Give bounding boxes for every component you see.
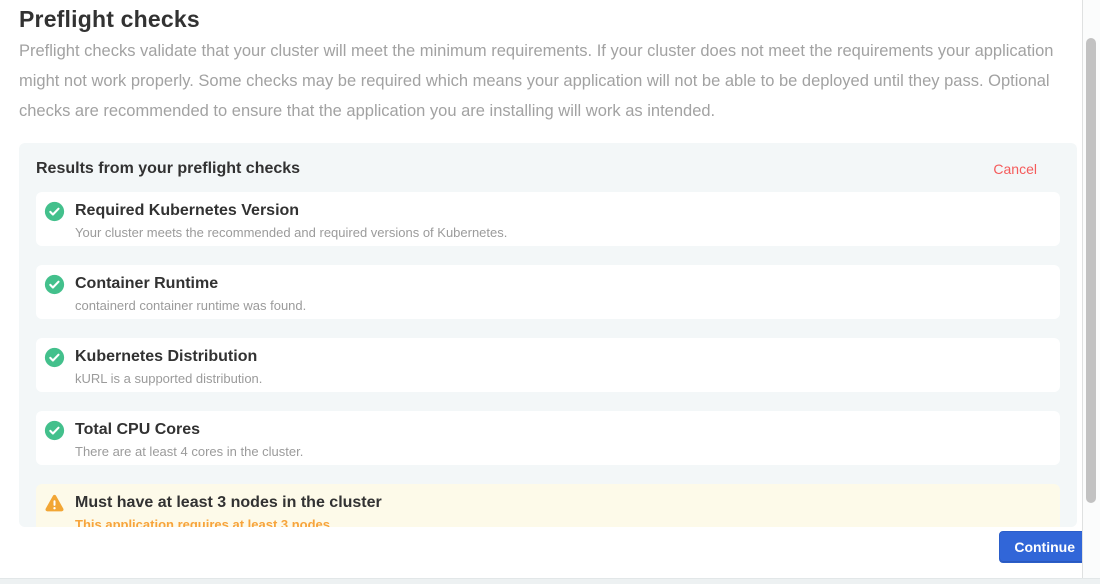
check-circle-icon <box>44 274 65 295</box>
check-circle-icon <box>44 347 65 368</box>
page-description: Preflight checks validate that your clus… <box>19 36 1059 126</box>
check-result-card: Must have at least 3 nodes in the cluste… <box>36 484 1060 527</box>
check-body: Must have at least 3 nodes in the cluste… <box>75 493 382 527</box>
warning-triangle-icon <box>44 493 65 514</box>
check-result-card: Required Kubernetes Version Your cluster… <box>36 192 1060 246</box>
check-message: There are at least 4 cores in the cluste… <box>75 444 303 459</box>
check-result-card: Kubernetes Distribution kURL is a suppor… <box>36 338 1060 392</box>
check-title: Container Runtime <box>75 274 306 293</box>
check-title: Total CPU Cores <box>75 420 303 439</box>
page-scrollbar-thumb[interactable] <box>1086 38 1096 503</box>
check-circle-icon <box>44 420 65 441</box>
cancel-link[interactable]: Cancel <box>993 161 1037 177</box>
check-result-card: Total CPU Cores There are at least 4 cor… <box>36 411 1060 465</box>
panel-title: Results from your preflight checks <box>36 160 300 178</box>
check-body: Container Runtime containerd container r… <box>75 274 306 313</box>
check-result-card: Container Runtime containerd container r… <box>36 265 1060 319</box>
check-message: containerd container runtime was found. <box>75 298 306 313</box>
check-title: Must have at least 3 nodes in the cluste… <box>75 493 382 512</box>
check-body: Kubernetes Distribution kURL is a suppor… <box>75 347 262 386</box>
bottom-divider-strip <box>0 578 1100 584</box>
panel-header: Results from your preflight checks Cance… <box>36 159 1060 178</box>
check-list: Required Kubernetes Version Your cluster… <box>36 192 1060 527</box>
check-message: kURL is a supported distribution. <box>75 371 262 386</box>
page-scrollbar-track[interactable] <box>1082 0 1100 584</box>
page-title: Preflight checks <box>19 6 200 33</box>
preflight-results-panel: Results from your preflight checks Cance… <box>19 143 1077 527</box>
check-message: Your cluster meets the recommended and r… <box>75 225 507 240</box>
check-title: Kubernetes Distribution <box>75 347 262 366</box>
check-message: This application requires at least 3 nod… <box>75 517 382 527</box>
check-title: Required Kubernetes Version <box>75 201 507 220</box>
check-body: Required Kubernetes Version Your cluster… <box>75 201 507 240</box>
check-circle-icon <box>44 201 65 222</box>
check-body: Total CPU Cores There are at least 4 cor… <box>75 420 303 459</box>
continue-button[interactable]: Continue <box>999 531 1090 563</box>
